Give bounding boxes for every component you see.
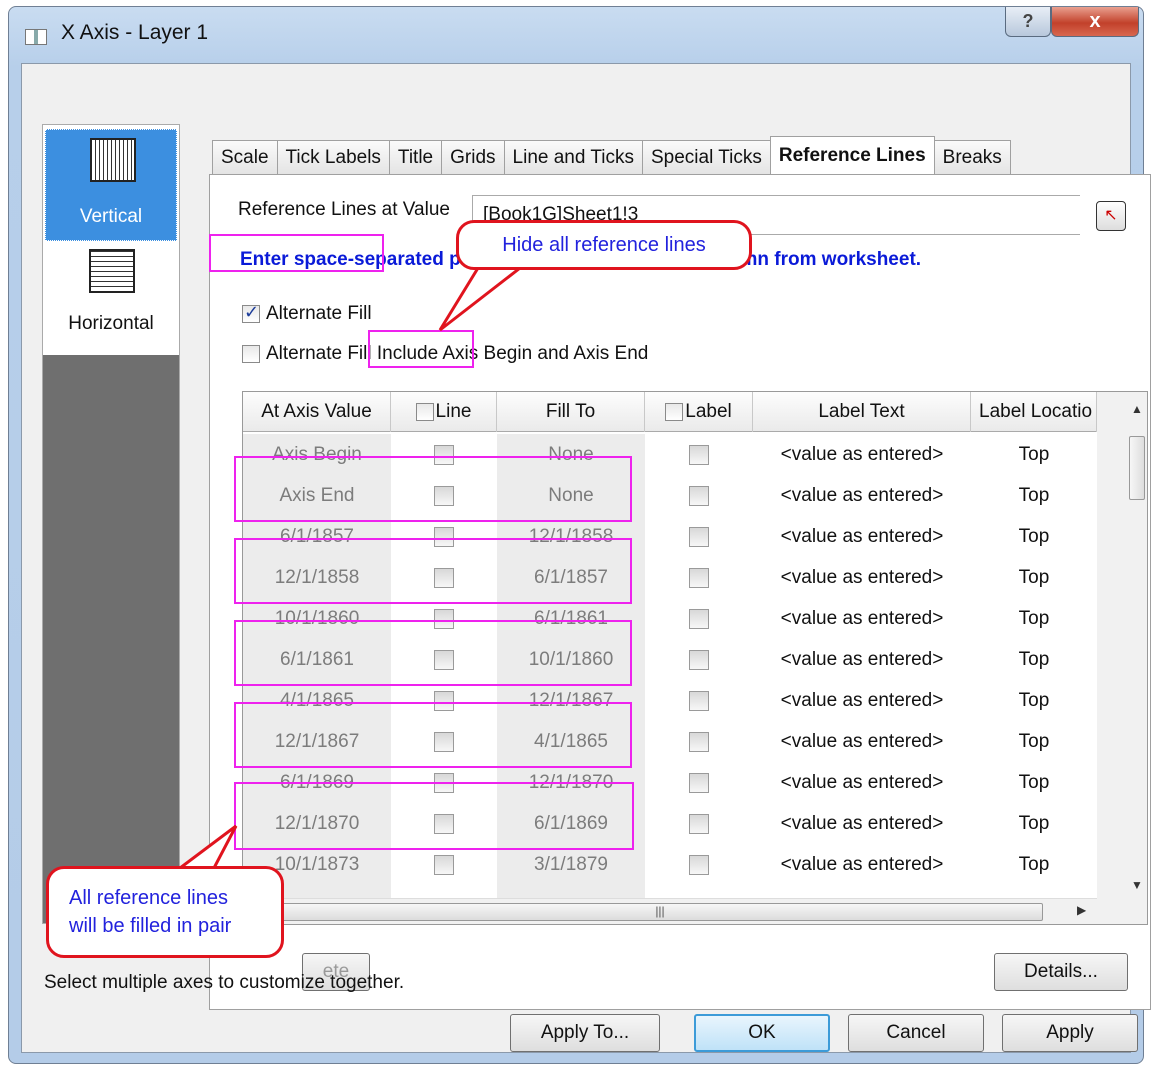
fill-pair-callout-line2: will be filled in pair (69, 915, 232, 937)
fill-pair-callout-line1: All reference lines (69, 887, 228, 909)
hide-lines-pointer (438, 266, 525, 332)
hide-lines-callout: Hide all reference lines (456, 220, 752, 270)
fill-pair-callout: All reference lines will be filled in pa… (46, 866, 284, 958)
hide-lines-callout-text: Hide all reference lines (502, 234, 706, 256)
tab-reference-lines[interactable]: Reference Lines (769, 136, 935, 174)
fill-pair-pointer (175, 824, 238, 870)
